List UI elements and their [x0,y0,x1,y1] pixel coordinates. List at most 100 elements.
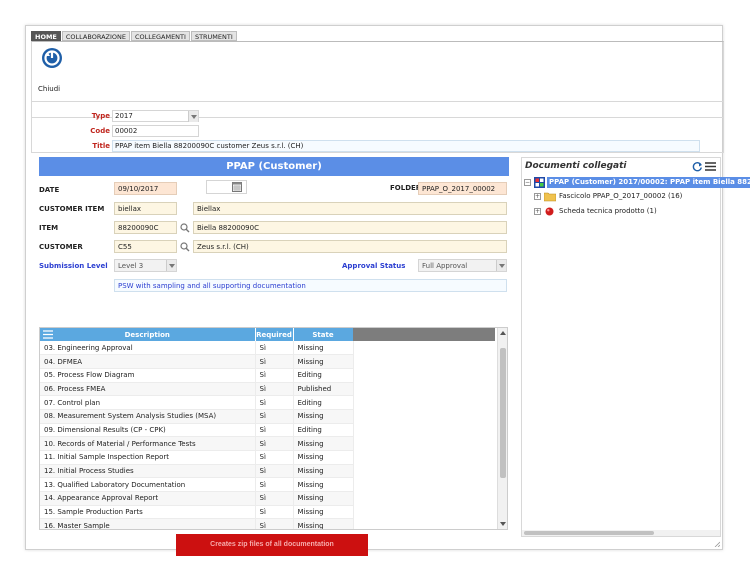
required-cell: Sì [255,505,294,520]
description-cell: 09. Dimensional Results (CP - CPK) [40,423,256,438]
table-row[interactable]: 09. Dimensional Results (CP - CPK) Sì Edit… [40,423,354,438]
folder-field[interactable]: PPAP_O_2017_00002 [418,182,507,195]
menu-icon[interactable] [43,330,53,339]
calendar-icon [232,182,242,192]
description-cell: 10. Records of Material / Performance Te… [40,436,256,451]
required-cell: Sì [255,409,294,424]
required-cell: Sì [255,518,294,529]
table-row[interactable]: 07. Control plan Sì Editing [40,395,354,410]
table-row[interactable]: 04. DFMEA Sì Missing [40,354,354,369]
state-cell: Missing [293,341,354,356]
approval-status-value: Full Approval [422,262,468,270]
linked-documents-title: Documenti collegati [525,161,627,171]
chevron-down-icon [188,111,198,122]
menu-icon[interactable] [705,161,716,172]
state-cell: Missing [293,491,354,506]
scroll-thumb[interactable] [500,348,506,478]
table-scrollbar[interactable] [497,328,507,529]
collapse-icon[interactable]: − [524,179,531,186]
item-label: ITEM [39,224,59,232]
tab-collaborazione[interactable]: COLLABORAZIONE [61,31,130,41]
create-zip-button[interactable]: Creates zip files of all documentation [176,534,368,556]
submission-level-value: Level 3 [118,262,144,270]
item-code-field[interactable]: 88200090C [114,221,177,234]
table-row[interactable]: 13. Qualified Laboratory Documentation Sì… [40,477,354,493]
tab-collegamenti[interactable]: COLLEGAMENTI [130,31,190,41]
required-cell: Sì [255,436,294,451]
type-label: Type [91,112,110,120]
state-column-header[interactable]: State [293,328,354,341]
required-cell: Sì [255,423,294,438]
psw-note-field[interactable]: PSW with sampling and all supporting doc… [114,279,507,292]
close-button[interactable]: Chiudi [38,47,66,97]
customer-item-label: CUSTOMER ITEM [39,205,105,213]
table-row[interactable]: 08. Measurement System Analysis Studies … [40,409,354,424]
item-desc-field[interactable]: Biella 88200090C [193,221,507,234]
table-row[interactable]: 03. Engineering Approval Sì Missing [40,341,354,356]
table-row[interactable]: 06. Process FMEA Sì Published [40,382,354,397]
code-field[interactable]: 00002 [112,125,199,137]
customer-item-desc-field[interactable]: Biellax [193,202,507,215]
description-cell: 03. Engineering Approval [40,341,256,356]
tab-strumenti[interactable]: STRUMENTI [190,31,237,41]
search-icon[interactable] [180,242,190,252]
state-cell: Published [293,382,354,397]
table-row[interactable]: 15. Sample Production Parts Sì Missing [40,505,354,520]
search-icon[interactable] [180,223,190,233]
table-row[interactable]: 16. Master Sample Sì Missing [40,518,354,529]
description-cell: 06. Process FMEA [40,382,256,397]
state-cell: Missing [293,505,354,520]
table-row[interactable]: 14. Appearance Approval Report Sì Missing [40,491,354,506]
customer-label: CUSTOMER [39,243,83,251]
customer-code-field[interactable]: C55 [114,240,177,253]
expand-icon[interactable]: + [534,193,541,200]
chevron-down-icon [166,260,176,271]
description-column-header[interactable]: Description [40,328,256,341]
table-row[interactable]: 11. Initial Sample Inspection Report Sì Mi… [40,450,354,465]
close-circle-icon [42,48,62,68]
submission-level-label: Submission Level [39,262,108,270]
state-cell: Editing [293,395,354,410]
title-field[interactable]: PPAP item Biella 88200090C customer Zeus… [112,140,700,152]
table-row[interactable]: 10. Records of Material / Performance Te… [40,436,354,451]
state-cell: Missing [293,354,354,369]
scroll-thumb[interactable] [524,531,654,535]
description-cell: 12. Initial Process Studies [40,464,256,479]
required-cell: Sì [255,464,294,479]
scroll-up-icon[interactable] [500,331,506,335]
state-cell: Missing [293,450,354,465]
state-cell: Editing [293,423,354,438]
table-row[interactable]: 05. Process Flow Diagram Sì Editing [40,368,354,383]
submission-level-select[interactable]: Level 3 [114,259,177,272]
approval-status-select[interactable]: Full Approval [418,259,507,272]
expand-icon[interactable]: + [534,208,541,215]
customer-item-code-field[interactable]: biellax [114,202,177,215]
scroll-down-icon[interactable] [500,522,506,526]
linked-scrollbar[interactable] [522,530,720,536]
state-cell: Missing [293,436,354,451]
code-label: Code [90,127,110,135]
date-field[interactable]: 09/10/2017 [114,182,177,195]
documents-table: Description Required State 03. Engineeri… [39,327,508,530]
description-cell: 15. Sample Production Parts [40,505,256,520]
state-cell: Missing [293,477,354,493]
resize-grip-icon[interactable] [714,541,720,547]
type-select[interactable]: 2017 [112,110,199,122]
date-picker[interactable] [206,180,247,194]
tree-item-label: Fascicolo PPAP_O_2017_00002 (16) [559,192,683,200]
tab-home[interactable]: HOME [31,31,61,41]
required-cell: Sì [255,450,294,465]
refresh-icon[interactable] [692,161,703,172]
table-row[interactable]: 12. Initial Process Studies Sì Missing [40,464,354,479]
description-cell: 13. Qualified Laboratory Documentation [40,477,256,493]
required-cell: Sì [255,395,294,410]
description-cell: 07. Control plan [40,395,256,410]
required-column-header[interactable]: Required [255,328,294,341]
red-status-icon [545,207,554,216]
description-cell: 16. Master Sample [40,518,256,529]
customer-desc-field[interactable]: Zeus s.r.l. (CH) [193,240,507,253]
app-window: HOME COLLABORAZIONE COLLEGAMENTI STRUMEN… [25,25,750,556]
required-cell: Sì [255,354,294,369]
table-header-row: Description Required State [40,328,354,341]
state-cell: Missing [293,464,354,479]
